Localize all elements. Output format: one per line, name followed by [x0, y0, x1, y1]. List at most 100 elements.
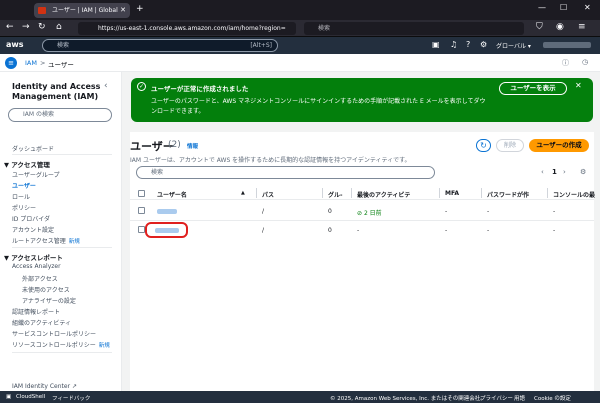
sidebar-item-rcp[interactable]: リソースコントロールポリシー 新規	[12, 340, 110, 349]
cell-groups: 0	[328, 227, 332, 234]
forward-icon[interactable]: →	[22, 22, 30, 32]
cell-groups: 0	[328, 208, 332, 215]
success-flash: ✓ ユーザーが正常に作成されました ユーザーのパスワードと、AWS マネジメント…	[131, 78, 593, 122]
sidebar-item-external-access[interactable]: 外部アクセス	[22, 274, 58, 283]
bell-icon[interactable]: ♫	[450, 40, 457, 49]
sidebar-item-dashboard[interactable]: ダッシュボード	[12, 144, 54, 153]
flash-title: ユーザーが正常に作成されました	[151, 85, 249, 93]
row-checkbox[interactable]	[138, 226, 145, 233]
table-row[interactable]	[130, 221, 594, 239]
sidebar-item-root-access[interactable]: ルートアクセス管理 新規	[12, 236, 80, 245]
divider	[481, 188, 482, 198]
username-link-redacted[interactable]	[157, 209, 177, 214]
column-groups[interactable]: グル-	[328, 190, 343, 199]
minimize-icon[interactable]: —	[538, 3, 546, 12]
account-menu[interactable]	[543, 42, 591, 48]
privacy-link[interactable]: プライバシー	[480, 394, 513, 402]
console-search-placeholder: 検索	[57, 42, 70, 49]
cell-last-activity: -	[357, 227, 360, 234]
cell-mfa: -	[445, 208, 448, 215]
aws-console-header: aws 検索 [Alt+S] ▣ ♫ ? ⚙ グローバル ▾	[0, 37, 600, 54]
sidebar-item-user-groups[interactable]: ユーザーグループ	[12, 170, 60, 179]
cookie-settings-link[interactable]: Cookie の設定	[534, 394, 571, 402]
divider	[12, 154, 112, 155]
shield-icon[interactable]: ⛉	[536, 22, 543, 32]
sidebar-section-access[interactable]: ▼ アクセス管理	[4, 159, 50, 169]
browser-search[interactable]: 検索	[304, 22, 524, 35]
home-icon[interactable]: ⌂	[56, 22, 62, 32]
column-console-last[interactable]: コンソールの最	[553, 190, 595, 199]
sidebar-title: Identity and Access Management (IAM)	[12, 82, 101, 101]
breadcrumb-current: ユーザー	[48, 61, 74, 69]
gear-icon[interactable]: ⚙	[480, 40, 487, 49]
sidebar-item-roles[interactable]: ロール	[12, 192, 30, 201]
close-window-icon[interactable]: ✕	[584, 3, 591, 12]
cell-last-activity: ⊘ 2 日前	[357, 208, 382, 217]
sidebar-item-identity-providers[interactable]: ID プロバイダ	[12, 214, 50, 223]
help-icon[interactable]: ?	[466, 40, 470, 49]
user-count: (2)	[168, 140, 181, 150]
url-bar[interactable]: https://us-east-1.console.aws.amazon.com…	[78, 22, 296, 35]
sidebar-item-scp[interactable]: サービスコントロールポリシー	[12, 329, 96, 338]
row-checkbox[interactable]	[138, 207, 145, 214]
users-search-input[interactable]: 検索	[136, 166, 435, 179]
breadcrumb: ≡ IAM > ユーザー ⓘ ◷	[0, 54, 600, 72]
browser-tab[interactable]: ユーザー | IAM | Global ✕	[34, 3, 130, 18]
search-shortcut: [Alt+S]	[250, 42, 272, 49]
sidebar-item-access-analyzer[interactable]: Access Analyzer	[12, 263, 61, 270]
divider	[256, 188, 257, 198]
settings-icon[interactable]: ⚙	[580, 168, 586, 176]
sidebar-section-reports[interactable]: ▼ アクセスレポート	[4, 252, 63, 262]
sidebar-item-unused-access[interactable]: 未使用のアクセス	[22, 285, 70, 294]
new-tab-icon[interactable]: +	[136, 4, 144, 14]
feedback-link[interactable]: フィードバック	[52, 394, 90, 402]
cloudshell-icon[interactable]: ▣	[432, 40, 440, 49]
view-user-button[interactable]: ユーザーを表示	[499, 82, 567, 95]
sidebar-item-account-settings[interactable]: アカウント設定	[12, 225, 54, 234]
prev-page-icon[interactable]: ‹	[541, 168, 544, 176]
maximize-icon[interactable]: ☐	[560, 3, 567, 12]
hamburger-icon[interactable]: ≡	[5, 57, 17, 69]
close-icon[interactable]: ✕	[575, 81, 582, 90]
page-number[interactable]: 1	[552, 168, 557, 176]
aws-logo[interactable]: aws	[6, 40, 24, 49]
console-search-input[interactable]: 検索 [Alt+S]	[42, 39, 278, 52]
browser-tab-bar: ユーザー | IAM | Global ✕ + — ☐ ✕	[0, 0, 600, 20]
back-icon[interactable]: ←	[6, 22, 14, 32]
sidebar-item-policies[interactable]: ポリシー	[12, 203, 36, 212]
breadcrumb-separator: >	[40, 59, 46, 67]
column-path[interactable]: パス	[262, 190, 274, 199]
delete-button[interactable]: 削除	[496, 139, 524, 152]
next-page-icon[interactable]: ›	[563, 168, 566, 176]
menu-icon[interactable]: ≡	[578, 22, 586, 32]
sidebar-item-org-activity[interactable]: 組織のアクティビティ	[12, 318, 71, 327]
create-user-button[interactable]: ユーザーの作成	[529, 139, 589, 152]
cloudshell-link[interactable]: CloudShell	[16, 394, 45, 400]
cell-path: /	[262, 227, 265, 234]
reload-icon[interactable]: ↻	[38, 22, 46, 32]
close-sidebar-icon[interactable]: ‹	[104, 81, 108, 91]
iam-search-input[interactable]: IAM の検索	[8, 108, 112, 122]
column-last-activity[interactable]: 最後のアクティビテ	[357, 190, 410, 199]
sidebar-item-users[interactable]: ユーザー	[12, 181, 36, 190]
account-icon[interactable]: ◉	[556, 22, 564, 32]
column-username[interactable]: ユーザー名	[157, 190, 187, 199]
select-all-checkbox[interactable]	[138, 190, 145, 197]
terms-link[interactable]: 用語	[514, 394, 525, 402]
cell-mfa: -	[445, 227, 448, 234]
region-selector[interactable]: グローバル ▾	[496, 41, 531, 50]
refresh-icon[interactable]: ↻	[476, 139, 491, 152]
info-icon[interactable]: ⓘ	[562, 58, 569, 68]
sidebar-item-credential-report[interactable]: 認証情報レポート	[12, 307, 60, 316]
history-icon[interactable]: ◷	[582, 58, 588, 66]
column-mfa[interactable]: MFA	[445, 190, 459, 197]
info-link[interactable]: 情報	[187, 142, 198, 150]
tab-title: ユーザー | IAM | Global	[52, 7, 118, 14]
sidebar-item-analyzer-settings[interactable]: アナライザーの設定	[22, 296, 76, 305]
sidebar-item-identity-center[interactable]: IAM Identity Center ↗	[12, 383, 77, 390]
sort-icon[interactable]: ▲	[241, 190, 245, 196]
column-password-age[interactable]: パスワードが作	[487, 190, 529, 199]
breadcrumb-iam[interactable]: IAM	[25, 59, 37, 67]
cloudshell-icon[interactable]: ▣	[6, 394, 11, 400]
close-tab-icon[interactable]: ✕	[120, 3, 126, 18]
